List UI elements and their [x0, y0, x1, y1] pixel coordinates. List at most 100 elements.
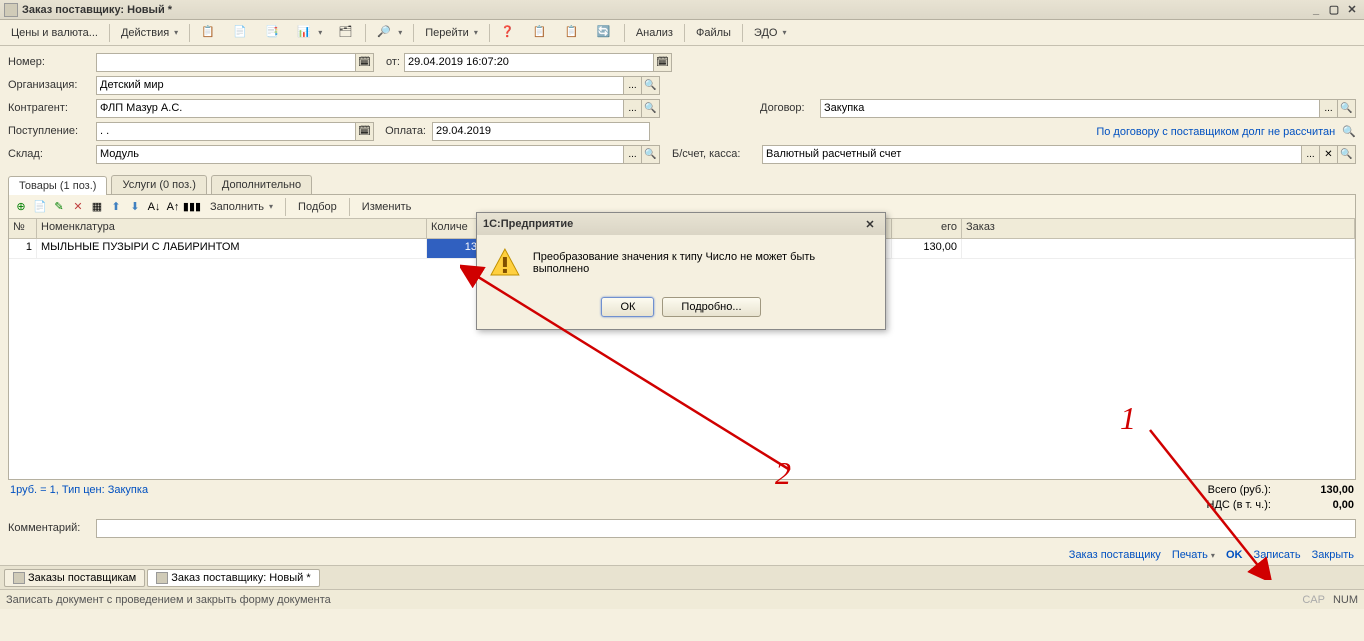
cell-n: 1 — [9, 239, 37, 258]
summary: 1руб. = 1, Тип цен: Закупка Всего (руб.)… — [0, 480, 1364, 518]
col-number[interactable]: № — [9, 219, 37, 238]
statusbar: Записать документ с проведением и закрыт… — [0, 589, 1364, 609]
warehouse-search-icon[interactable]: 🔍 — [642, 145, 660, 164]
analysis-button[interactable]: Анализ — [629, 24, 680, 42]
copy-icon[interactable]: 📄 — [32, 199, 48, 215]
date-picker[interactable]: 🗓 — [654, 53, 672, 72]
dialog-close-icon[interactable]: ✕ — [861, 216, 879, 232]
number-picker[interactable]: 🗓 — [356, 53, 374, 72]
add-icon[interactable]: ⊕ — [13, 199, 29, 215]
receipt-input[interactable]: . . — [96, 122, 356, 141]
warehouse-select[interactable]: ... — [624, 145, 642, 164]
tabs: Товары (1 поз.) Услуги (0 поз.) Дополнит… — [0, 171, 1364, 194]
spreadsheet-icon[interactable]: ▦ — [89, 199, 105, 215]
contr-label: Контрагент: — [8, 102, 96, 114]
number-input[interactable] — [96, 53, 356, 72]
prices-button[interactable]: Цены и валюта... — [4, 24, 105, 42]
payment-label: Оплата: — [374, 125, 432, 137]
payment-input[interactable]: 29.04.2019 — [432, 122, 650, 141]
col-order[interactable]: Заказ — [962, 219, 1355, 238]
contract-search-icon[interactable]: 🔍 — [1338, 99, 1356, 118]
files-button[interactable]: Файлы — [689, 24, 738, 42]
dialog-details-button[interactable]: Подробно... — [662, 297, 760, 317]
comment-label: Комментарий: — [8, 522, 96, 534]
account-input[interactable]: Валютный расчетный счет — [762, 145, 1302, 164]
account-select[interactable]: ... — [1302, 145, 1320, 164]
dialog-title: 1С:Предприятие — [483, 218, 573, 230]
contract-input[interactable]: Закупка — [820, 99, 1320, 118]
edit-icon[interactable]: ✎ — [51, 199, 67, 215]
toolbar-icon-2[interactable]: 📄 — [226, 22, 256, 44]
maximize-button[interactable]: ▢ — [1326, 3, 1342, 17]
close-form-button[interactable]: Закрыть — [1312, 549, 1354, 561]
tab-services[interactable]: Услуги (0 поз.) — [111, 175, 206, 194]
number-label: Номер: — [8, 56, 96, 68]
date-input[interactable]: 29.04.2019 16:07:20 — [404, 53, 654, 72]
account-clear[interactable]: ✕ — [1320, 145, 1338, 164]
form-area: Номер: 🗓 от: 29.04.2019 16:07:20 🗓 Орган… — [0, 46, 1364, 171]
from-label: от: — [374, 56, 404, 68]
down-icon[interactable]: ⬇ — [127, 199, 143, 215]
doc-icon — [4, 3, 18, 17]
org-input[interactable]: Детский мир — [96, 76, 624, 95]
col-qty[interactable]: Количе — [427, 219, 482, 238]
toolbar-icon-4[interactable]: 📊 — [290, 22, 329, 44]
toolbar-icon-8[interactable]: 📋 — [558, 22, 588, 44]
order-link[interactable]: Заказ поставщику — [1069, 549, 1161, 561]
edo-menu[interactable]: ЭДО — [747, 24, 794, 42]
warehouse-input[interactable]: Модуль — [96, 145, 624, 164]
toolbar-icon-6[interactable]: 🔎 — [370, 22, 409, 44]
comment-input[interactable] — [96, 519, 1356, 538]
toolbar-icon-1[interactable]: 📋 — [194, 22, 224, 44]
tab-extra[interactable]: Дополнительно — [211, 175, 312, 194]
contract-select[interactable]: ... — [1320, 99, 1338, 118]
goto-menu[interactable]: Перейти — [418, 24, 485, 42]
account-label: Б/счет, касса: — [672, 148, 762, 160]
doc-icon — [156, 572, 168, 584]
select-button[interactable]: Подбор — [291, 198, 344, 216]
total-label: Всего (руб.): — [1208, 484, 1271, 496]
dialog-ok-button[interactable]: ОК — [601, 297, 654, 317]
ok-button[interactable]: OK — [1226, 549, 1243, 561]
tab-goods[interactable]: Товары (1 поз.) — [8, 176, 107, 195]
toolbar-icon-3[interactable]: 📑 — [258, 22, 288, 44]
col-nomenclature[interactable]: Номенклатура — [37, 219, 427, 238]
dialog-titlebar[interactable]: 1С:Предприятие ✕ — [477, 213, 885, 235]
actions-menu[interactable]: Действия — [114, 24, 185, 42]
num-indicator: NUM — [1333, 594, 1358, 606]
toolbar-icon-5[interactable]: 🗂 — [331, 22, 361, 44]
contr-input[interactable]: ФЛП Мазур А.С. — [96, 99, 624, 118]
help-icon[interactable]: ❓ — [494, 22, 524, 44]
toolbar-icon-9[interactable]: 🔄 — [590, 22, 620, 44]
cell-qty[interactable]: 13 — [427, 239, 482, 258]
save-button[interactable]: Записать — [1254, 549, 1301, 561]
change-button[interactable]: Изменить — [355, 198, 419, 216]
sort-asc-icon[interactable]: A↓ — [146, 199, 162, 215]
delete-icon[interactable]: ✕ — [70, 199, 86, 215]
contr-search-icon[interactable]: 🔍 — [642, 99, 660, 118]
debt-link[interactable]: По договору с поставщиком долг не рассчи… — [1096, 126, 1335, 138]
col-price[interactable]: его — [892, 219, 962, 238]
main-toolbar: Цены и валюта... Действия 📋 📄 📑 📊 🗂 🔎 Пе… — [0, 20, 1364, 46]
contract-label: Договор: — [760, 102, 820, 114]
contr-select[interactable]: ... — [624, 99, 642, 118]
error-dialog: 1С:Предприятие ✕ Преобразование значения… — [476, 212, 886, 330]
close-button[interactable]: ✕ — [1344, 3, 1360, 17]
fill-button[interactable]: Заполнить — [203, 198, 280, 216]
toolbar-icon-7[interactable]: 📋 — [526, 22, 556, 44]
org-select[interactable]: ... — [624, 76, 642, 95]
cell-order — [962, 239, 1355, 258]
up-icon[interactable]: ⬆ — [108, 199, 124, 215]
receipt-picker[interactable]: 🗓 — [356, 122, 374, 141]
barcode-icon[interactable]: ▮▮▮ — [184, 199, 200, 215]
wintab-doc[interactable]: Заказ поставщику: Новый * — [147, 569, 319, 587]
print-button[interactable]: Печать — [1172, 549, 1215, 561]
sort-desc-icon[interactable]: A↑ — [165, 199, 181, 215]
window-title: Заказ поставщику: Новый * — [22, 4, 1306, 16]
wintab-list[interactable]: Заказы поставщикам — [4, 569, 145, 587]
price-type-link[interactable]: 1руб. = 1, Тип цен: Закупка — [10, 484, 148, 496]
account-search-icon[interactable]: 🔍 — [1338, 145, 1356, 164]
minimize-button[interactable]: _ — [1308, 3, 1324, 17]
totals: Всего (руб.): 130,00 НДС (в т. ч.): 0,00 — [1207, 484, 1354, 514]
org-search-icon[interactable]: 🔍 — [642, 76, 660, 95]
